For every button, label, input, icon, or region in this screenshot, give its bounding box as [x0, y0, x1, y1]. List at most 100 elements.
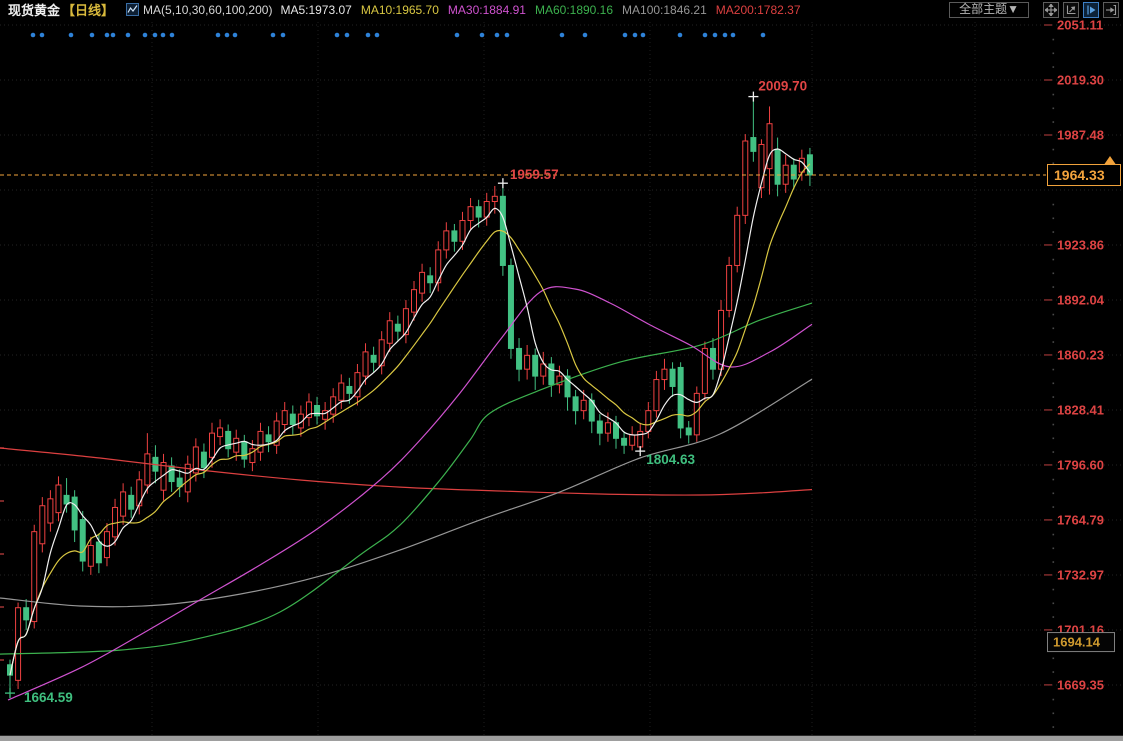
candle[interactable]	[306, 393, 311, 426]
event-dot[interactable]	[271, 33, 276, 38]
candle[interactable]	[630, 426, 635, 450]
candle[interactable]	[129, 487, 134, 518]
event-dot[interactable]	[366, 33, 371, 38]
candle[interactable]	[622, 431, 627, 453]
candle[interactable]	[557, 366, 562, 394]
candle[interactable]	[218, 419, 223, 445]
event-dot[interactable]	[153, 33, 158, 38]
candle[interactable]	[702, 342, 707, 401]
candle[interactable]	[767, 106, 772, 194]
event-dot[interactable]	[345, 33, 350, 38]
event-dot[interactable]	[126, 33, 131, 38]
candle[interactable]	[339, 374, 344, 409]
candle[interactable]	[315, 397, 320, 425]
candle[interactable]	[177, 469, 182, 497]
candle[interactable]	[96, 533, 101, 573]
candle[interactable]	[371, 347, 376, 373]
candle[interactable]	[169, 457, 174, 492]
collapse-panel-icon[interactable]	[1103, 2, 1119, 18]
candle[interactable]	[517, 338, 522, 381]
candle[interactable]	[104, 523, 109, 566]
event-dot[interactable]	[633, 33, 638, 38]
theme-selector-button[interactable]: 全部主题▼	[949, 2, 1029, 18]
event-dot[interactable]	[583, 33, 588, 38]
candle[interactable]	[452, 224, 457, 252]
event-dot[interactable]	[225, 33, 230, 38]
event-dot[interactable]	[233, 33, 238, 38]
candle[interactable]	[573, 390, 578, 425]
event-dot[interactable]	[105, 33, 110, 38]
candle[interactable]	[80, 511, 85, 572]
candle[interactable]	[274, 412, 279, 453]
event-dot[interactable]	[761, 33, 766, 38]
event-dot[interactable]	[40, 33, 45, 38]
event-dot[interactable]	[703, 33, 708, 38]
candle[interactable]	[323, 402, 328, 430]
candle[interactable]	[420, 264, 425, 302]
event-dot[interactable]	[505, 33, 510, 38]
event-dot[interactable]	[161, 33, 166, 38]
candle[interactable]	[670, 362, 675, 397]
candle[interactable]	[428, 267, 433, 293]
event-dot[interactable]	[111, 33, 116, 38]
candle[interactable]	[395, 316, 400, 342]
event-dot[interactable]	[375, 33, 380, 38]
candle[interactable]	[807, 148, 812, 186]
move-tool-icon[interactable]	[1043, 2, 1059, 18]
candle[interactable]	[468, 198, 473, 229]
candle[interactable]	[597, 414, 602, 445]
candle[interactable]	[775, 138, 780, 197]
candle[interactable]	[678, 362, 683, 438]
event-dot[interactable]	[731, 33, 736, 38]
candle[interactable]	[444, 222, 449, 258]
event-dot[interactable]	[623, 33, 628, 38]
event-dot[interactable]	[641, 33, 646, 38]
candle[interactable]	[387, 312, 392, 352]
candle[interactable]	[121, 483, 126, 524]
candle[interactable]	[508, 259, 513, 359]
ma-indicator-icon[interactable]	[126, 3, 139, 16]
candle[interactable]	[727, 257, 732, 318]
candle[interactable]	[48, 490, 53, 531]
candle[interactable]	[751, 97, 756, 162]
event-dot[interactable]	[335, 33, 340, 38]
candle[interactable]	[40, 497, 45, 552]
candle[interactable]	[210, 423, 215, 468]
candle[interactable]	[56, 476, 61, 521]
candle[interactable]	[266, 426, 271, 452]
event-dot[interactable]	[713, 33, 718, 38]
candle[interactable]	[258, 423, 263, 461]
candle[interactable]	[654, 371, 659, 418]
event-dot[interactable]	[143, 33, 148, 38]
event-dot[interactable]	[216, 33, 221, 38]
candle[interactable]	[614, 416, 619, 449]
candle[interactable]	[565, 369, 570, 410]
event-dot[interactable]	[90, 33, 95, 38]
candle[interactable]	[226, 424, 231, 457]
event-dot[interactable]	[455, 33, 460, 38]
candle[interactable]	[379, 331, 384, 374]
horizontal-scrollbar[interactable]	[0, 735, 1123, 741]
event-dot[interactable]	[281, 33, 286, 38]
candle[interactable]	[72, 490, 77, 542]
candle[interactable]	[686, 421, 691, 443]
event-dot[interactable]	[170, 33, 175, 38]
candle[interactable]	[403, 300, 408, 343]
event-dot[interactable]	[723, 33, 728, 38]
candle[interactable]	[735, 207, 740, 273]
candle[interactable]	[662, 359, 667, 390]
candle[interactable]	[500, 183, 505, 276]
candle[interactable]	[355, 364, 360, 405]
candle[interactable]	[24, 599, 29, 630]
event-dot[interactable]	[31, 33, 36, 38]
candle[interactable]	[282, 402, 287, 433]
candle[interactable]	[541, 352, 546, 385]
event-dot[interactable]	[560, 33, 565, 38]
chart-play-icon[interactable]	[1083, 2, 1099, 18]
event-dot[interactable]	[480, 33, 485, 38]
candle[interactable]	[290, 405, 295, 434]
event-dot[interactable]	[495, 33, 500, 38]
candle[interactable]	[743, 134, 748, 224]
event-dot[interactable]	[69, 33, 74, 38]
candle[interactable]	[783, 155, 788, 193]
